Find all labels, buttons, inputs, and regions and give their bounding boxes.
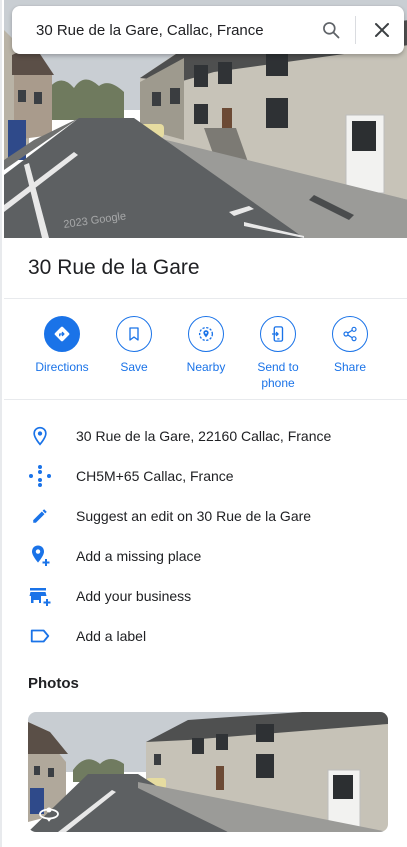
bookmark-icon: [129, 327, 139, 341]
add-label-row[interactable]: Add a label: [4, 616, 407, 656]
search-separator: [355, 16, 356, 44]
send-to-phone-button[interactable]: Send to phone: [242, 316, 314, 391]
plus-code-row[interactable]: CH5M+65 Callac, France: [4, 456, 407, 496]
add-business-row[interactable]: Add your business: [4, 576, 407, 616]
search-input[interactable]: [12, 6, 311, 54]
search-button[interactable]: [311, 6, 351, 54]
nearby-button[interactable]: Nearby: [170, 316, 242, 391]
share-button[interactable]: Share: [314, 316, 386, 391]
close-icon: [375, 23, 389, 37]
label-icon: [30, 629, 50, 643]
nearby-label: Nearby: [186, 360, 226, 374]
save-label: Save: [120, 360, 148, 374]
directions-icon: [54, 326, 70, 342]
address-text: 30 Rue de la Gare, 22160 Callac, France: [76, 428, 332, 444]
add-place-icon: [32, 545, 50, 566]
plus-code-icon: [29, 465, 51, 487]
nearby-icon: [198, 326, 214, 342]
info-list: 30 Rue de la Gare, 22160 Callac, France …: [4, 416, 407, 656]
suggest-edit-row[interactable]: Suggest an edit on 30 Rue de la Gare: [4, 496, 407, 536]
address-row[interactable]: 30 Rue de la Gare, 22160 Callac, France: [4, 416, 407, 456]
action-row: Directions Save Nearby Send to phone Sha…: [26, 316, 386, 391]
directions-button[interactable]: Directions: [26, 316, 98, 391]
send-to-phone-label: Send to phone: [257, 360, 299, 390]
photos-heading: Photos: [28, 675, 79, 692]
place-title: 30 Rue de la Gare: [28, 256, 200, 279]
directions-label: Directions: [35, 360, 89, 374]
add-business-icon: [29, 588, 51, 606]
suggest-edit-text: Suggest an edit on 30 Rue de la Gare: [76, 508, 312, 524]
place-panel: 2023 Google 30 Rue de la Gare, Callac, F…: [0, 0, 407, 847]
divider: [4, 399, 407, 400]
divider: [4, 298, 407, 299]
pencil-icon: [33, 509, 47, 523]
add-label-text: Add a label: [76, 628, 147, 644]
save-button[interactable]: Save: [98, 316, 170, 391]
search-box: [12, 6, 404, 54]
share-icon: [343, 326, 357, 342]
plus-code-text: CH5M+65 Callac, France: [76, 468, 234, 484]
add-missing-place-text: Add a missing place: [76, 548, 202, 564]
add-business-text: Add your business: [76, 588, 192, 604]
close-button[interactable]: [360, 6, 404, 54]
send-to-phone-icon: [272, 326, 284, 342]
add-missing-place-row[interactable]: Add a missing place: [4, 536, 407, 576]
search-icon: [323, 22, 340, 39]
share-label: Share: [333, 360, 367, 374]
street-view-360-icon: [38, 804, 60, 822]
location-pin-icon: [33, 426, 47, 446]
photo-thumbnail[interactable]: [28, 712, 388, 832]
